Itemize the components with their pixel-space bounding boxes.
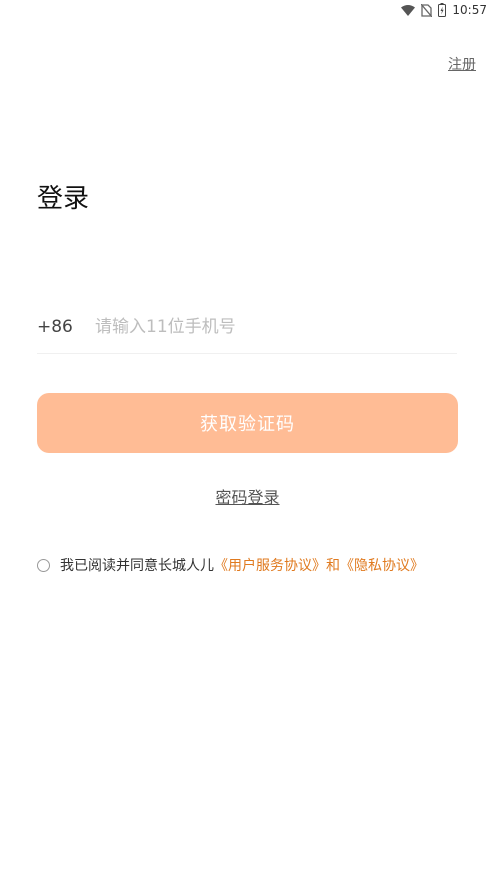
status-bar: 10:57 bbox=[0, 0, 495, 20]
password-login-row: 密码登录 bbox=[0, 484, 495, 508]
register-link[interactable]: 注册 bbox=[448, 54, 476, 74]
agree-radio[interactable] bbox=[37, 558, 50, 572]
status-time: 10:57 bbox=[452, 3, 487, 17]
login-screen: 10:57 注册 登录 +86 获取验证码 密码登录 我已阅读并同意长城人儿 《… bbox=[0, 0, 495, 880]
page-title: 登录 bbox=[37, 184, 90, 214]
wifi-icon bbox=[401, 4, 416, 16]
phone-row: +86 bbox=[37, 300, 457, 354]
service-agreement-link[interactable]: 《用户服务协议》 bbox=[214, 555, 326, 575]
agreement-prefix: 我已阅读并同意长城人儿 bbox=[60, 558, 214, 574]
agreement-and: 和 bbox=[326, 558, 340, 574]
country-code[interactable]: +86 bbox=[37, 317, 95, 337]
agreement-row: 我已阅读并同意长城人儿 《用户服务协议》 和 《隐私协议》 bbox=[37, 555, 477, 575]
privacy-agreement-link[interactable]: 《隐私协议》 bbox=[340, 555, 424, 575]
no-sim-icon bbox=[421, 3, 433, 17]
battery-charging-icon bbox=[438, 3, 447, 17]
phone-input[interactable] bbox=[95, 316, 457, 337]
password-login-link[interactable]: 密码登录 bbox=[215, 488, 279, 507]
get-code-button[interactable]: 获取验证码 bbox=[37, 393, 458, 453]
